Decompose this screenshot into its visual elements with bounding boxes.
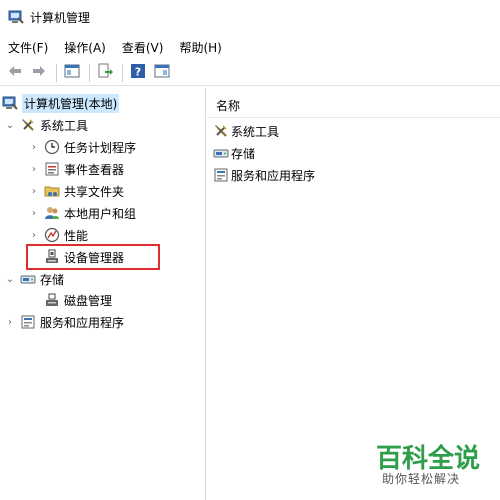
chevron-right-icon[interactable]: ›: [28, 142, 40, 153]
system-tools-icon: [213, 123, 229, 139]
tree-item-task-scheduler[interactable]: › 任务计划程序: [28, 136, 136, 158]
tree-item-label: 设备管理器: [64, 250, 125, 265]
list-item-system-tools[interactable]: 系统工具: [213, 120, 279, 142]
services-applications-icon: [213, 167, 229, 183]
list-column-header[interactable]: 名称: [207, 88, 500, 118]
svg-text:?: ?: [135, 66, 141, 79]
column-header-name[interactable]: 名称: [216, 97, 240, 114]
watermark: 百科全说 助你轻松解决: [376, 438, 492, 492]
list-item-label: 系统工具: [231, 124, 280, 139]
tree-item-label: 系统工具: [40, 118, 89, 133]
tree-item-local-users-groups[interactable]: › 本地用户和组: [28, 202, 136, 224]
back-arrow-icon: [7, 63, 23, 82]
list-item-label: 存储: [231, 146, 256, 161]
shared-folders-icon: [44, 183, 60, 199]
chevron-right-icon[interactable]: ›: [28, 208, 40, 219]
menu-view[interactable]: 查看(V): [122, 39, 164, 56]
tree-item-label: 事件查看器: [64, 162, 125, 177]
tree-item-label: 服务和应用程序: [40, 315, 125, 330]
tree-item-label: 本地用户和组: [64, 206, 137, 221]
list-item-storage[interactable]: 存储: [213, 142, 255, 164]
toolbar-separator: [122, 63, 123, 82]
watermark-subtitle: 助你轻松解决: [382, 472, 461, 486]
tree-item-storage[interactable]: ⌄ 存储: [4, 268, 64, 290]
event-viewer-icon: [44, 161, 60, 177]
show-hide-console-tree-button[interactable]: [61, 62, 83, 84]
local-users-groups-icon: [44, 205, 60, 221]
tree-item-system-tools[interactable]: ⌄ 系统工具: [4, 114, 88, 136]
chevron-right-icon[interactable]: ›: [28, 164, 40, 175]
tree-item-shared-folders[interactable]: › 共享文件夹: [28, 180, 124, 202]
computer-management-icon: [8, 9, 24, 25]
chevron-down-icon[interactable]: ⌄: [4, 274, 16, 285]
console-tree-pane[interactable]: 计算机管理(本地) ⌄ 系统工具 › 任务计划程序 › 事件查看器 › 共享文件…: [0, 88, 206, 500]
menu-help[interactable]: 帮助(H): [179, 39, 221, 56]
tree-item-services-applications[interactable]: › 服务和应用程序: [4, 311, 124, 333]
title-bar: 计算机管理: [0, 0, 500, 34]
forward-button[interactable]: [28, 62, 50, 84]
export-list-button[interactable]: [94, 62, 116, 84]
list-item-label: 服务和应用程序: [231, 168, 316, 183]
tree-item-label: 磁盘管理: [64, 293, 113, 308]
disk-management-icon: [44, 292, 60, 308]
chevron-right-icon[interactable]: ›: [28, 186, 40, 197]
toolbar: ?: [0, 60, 500, 86]
chevron-right-icon[interactable]: ›: [28, 230, 40, 241]
show-hide-console-tree-icon: [64, 63, 80, 82]
tree-item-label: 性能: [64, 228, 89, 243]
chevron-down-icon[interactable]: ⌄: [4, 120, 16, 131]
tree-item-label: 任务计划程序: [64, 140, 137, 155]
task-scheduler-icon: [44, 139, 60, 155]
export-list-icon: [97, 63, 113, 82]
forward-arrow-icon: [31, 63, 47, 82]
tree-item-event-viewer[interactable]: › 事件查看器: [28, 158, 124, 180]
tree-item-label: 计算机管理(本地): [22, 93, 120, 113]
show-hide-action-pane-button[interactable]: [151, 62, 173, 84]
tree-item-performance[interactable]: › 性能: [28, 224, 88, 246]
chevron-right-icon[interactable]: ›: [4, 317, 16, 328]
device-manager-icon: [44, 249, 60, 265]
menu-action[interactable]: 操作(A): [64, 39, 106, 56]
storage-icon: [213, 145, 229, 161]
show-hide-action-pane-icon: [154, 63, 170, 82]
computer-management-icon: [2, 95, 18, 111]
performance-icon: [44, 227, 60, 243]
toolbar-separator: [89, 63, 90, 82]
menu-file[interactable]: 文件(F): [8, 39, 48, 56]
tree-item-computer-management-local[interactable]: 计算机管理(本地): [2, 92, 120, 114]
toolbar-separator: [56, 63, 57, 82]
help-button[interactable]: ?: [127, 62, 149, 84]
tree-item-disk-management[interactable]: 磁盘管理: [28, 289, 112, 311]
list-item-services-applications[interactable]: 服务和应用程序: [213, 164, 315, 186]
back-button[interactable]: [4, 62, 26, 84]
tree-item-label: 存储: [40, 272, 65, 287]
tree-item-device-manager[interactable]: 设备管理器: [28, 246, 124, 268]
menu-bar: 文件(F) 操作(A) 查看(V) 帮助(H): [0, 36, 500, 58]
storage-icon: [20, 271, 36, 287]
window-title: 计算机管理: [30, 10, 91, 25]
tree-item-label: 共享文件夹: [64, 184, 125, 199]
services-applications-icon: [20, 314, 36, 330]
help-icon: ?: [130, 63, 146, 82]
system-tools-icon: [20, 117, 36, 133]
